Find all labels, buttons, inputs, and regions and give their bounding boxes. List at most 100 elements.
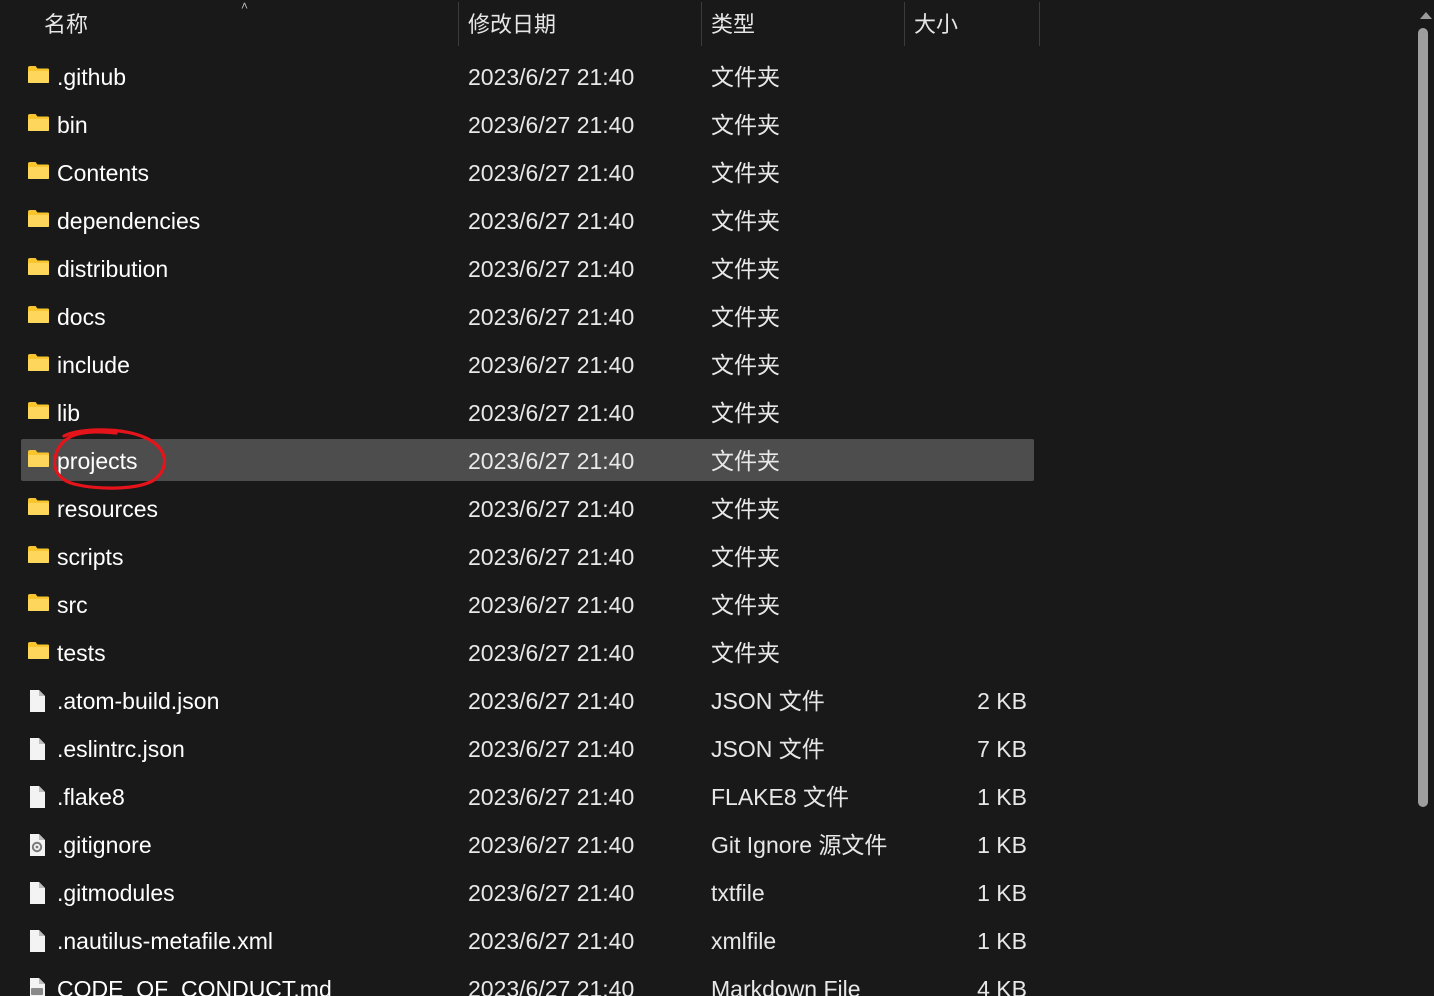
column-header-date[interactable]: 修改日期	[468, 0, 701, 46]
column-header-name[interactable]: 名称	[44, 0, 458, 46]
file-name: resources	[57, 496, 158, 522]
file-row[interactable]: scripts 2023/6/27 21:40 文件夹	[21, 535, 1034, 577]
file-row[interactable]: docs 2023/6/27 21:40 文件夹	[21, 295, 1034, 337]
folder-icon	[27, 55, 51, 97]
folder-icon	[27, 247, 51, 289]
file-size: 7 KB	[977, 736, 1027, 762]
file-row[interactable]: resources 2023/6/27 21:40 文件夹	[21, 487, 1034, 529]
markdown-file-icon	[27, 967, 51, 996]
file-icon	[27, 871, 51, 913]
file-name: CODE_OF_CONDUCT.md	[57, 976, 332, 996]
file-size: 2 KB	[977, 688, 1027, 714]
file-type: 文件夹	[711, 256, 780, 282]
folder-icon	[27, 103, 51, 145]
file-type: JSON 文件	[711, 688, 825, 714]
column-header-size[interactable]: 大小	[914, 0, 1039, 46]
file-modified-date: 2023/6/27 21:40	[468, 448, 635, 474]
scrollbar-thumb[interactable]	[1418, 28, 1428, 807]
file-row[interactable]: tests 2023/6/27 21:40 文件夹	[21, 631, 1034, 673]
file-type: 文件夹	[711, 544, 780, 570]
file-name: bin	[57, 112, 88, 138]
file-size: 1 KB	[977, 832, 1027, 858]
column-divider[interactable]	[1039, 2, 1040, 46]
file-modified-date: 2023/6/27 21:40	[468, 736, 635, 762]
file-row[interactable]: .gitmodules 2023/6/27 21:40 txtfile 1 KB	[21, 871, 1034, 913]
file-name: .nautilus-metafile.xml	[57, 928, 274, 954]
folder-icon	[27, 199, 51, 241]
file-row[interactable]: include 2023/6/27 21:40 文件夹	[21, 343, 1034, 385]
file-size: 1 KB	[977, 880, 1027, 906]
file-size: 1 KB	[977, 928, 1027, 954]
file-type: 文件夹	[711, 640, 780, 666]
file-modified-date: 2023/6/27 21:40	[468, 160, 635, 186]
file-name: include	[57, 352, 130, 378]
file-name: src	[57, 592, 88, 618]
folder-icon	[27, 439, 51, 481]
file-modified-date: 2023/6/27 21:40	[468, 112, 635, 138]
folder-icon	[27, 487, 51, 529]
file-row[interactable]: .github 2023/6/27 21:40 文件夹	[21, 55, 1034, 97]
file-row[interactable]: .gitignore 2023/6/27 21:40 Git Ignore 源文件 1…	[21, 823, 1034, 865]
file-row[interactable]: .eslintrc.json 2023/6/27 21:40 JSON 文件 7 KB	[21, 727, 1034, 769]
file-type: 文件夹	[711, 496, 780, 522]
folder-icon	[27, 295, 51, 337]
column-divider[interactable]	[458, 2, 459, 46]
file-row[interactable]: dependencies 2023/6/27 21:40 文件夹	[21, 199, 1034, 241]
file-modified-date: 2023/6/27 21:40	[468, 208, 635, 234]
file-name: projects	[57, 448, 138, 474]
folder-icon	[27, 583, 51, 625]
file-modified-date: 2023/6/27 21:40	[468, 352, 635, 378]
column-divider[interactable]	[904, 2, 905, 46]
file-modified-date: 2023/6/27 21:40	[468, 496, 635, 522]
file-row[interactable]: .nautilus-metafile.xml 2023/6/27 21:40 xml…	[21, 919, 1034, 961]
file-type: 文件夹	[711, 400, 780, 426]
file-row[interactable]: Contents 2023/6/27 21:40 文件夹	[21, 151, 1034, 193]
file-modified-date: 2023/6/27 21:40	[468, 928, 635, 954]
file-name: .gitmodules	[57, 880, 175, 906]
file-row[interactable]: projects 2023/6/27 21:40 文件夹	[21, 439, 1034, 481]
file-icon	[27, 775, 51, 817]
folder-icon	[27, 151, 51, 193]
file-row[interactable]: bin 2023/6/27 21:40 文件夹	[21, 103, 1034, 145]
file-row[interactable]: CODE_OF_CONDUCT.md 2023/6/27 21:40 Markdow…	[21, 967, 1034, 996]
file-type: xmlfile	[711, 928, 777, 954]
file-modified-date: 2023/6/27 21:40	[468, 688, 635, 714]
file-row[interactable]: distribution 2023/6/27 21:40 文件夹	[21, 247, 1034, 289]
file-name: .flake8	[57, 784, 125, 810]
file-modified-date: 2023/6/27 21:40	[468, 64, 635, 90]
folder-icon	[27, 391, 51, 433]
file-modified-date: 2023/6/27 21:40	[468, 256, 635, 282]
file-type: 文件夹	[711, 352, 780, 378]
file-type: txtfile	[711, 880, 765, 906]
file-type: Git Ignore 源文件	[711, 832, 888, 858]
file-type: FLAKE8 文件	[711, 784, 850, 810]
file-name: scripts	[57, 544, 124, 570]
folder-icon	[27, 343, 51, 385]
column-header-type[interactable]: 类型	[711, 0, 904, 46]
file-type: 文件夹	[711, 448, 780, 474]
file-modified-date: 2023/6/27 21:40	[468, 832, 635, 858]
folder-icon	[27, 631, 51, 673]
file-row[interactable]: src 2023/6/27 21:40 文件夹	[21, 583, 1034, 625]
file-name: tests	[57, 640, 106, 666]
file-name: Contents	[57, 160, 150, 186]
file-modified-date: 2023/6/27 21:40	[468, 400, 635, 426]
file-icon	[27, 919, 51, 961]
file-row[interactable]: lib 2023/6/27 21:40 文件夹	[21, 391, 1034, 433]
settings-file-icon	[27, 823, 51, 865]
file-name: .atom-build.json	[57, 688, 220, 714]
file-name: lib	[57, 400, 81, 426]
file-type: 文件夹	[711, 160, 780, 186]
file-row[interactable]: .flake8 2023/6/27 21:40 FLAKE8 文件 1 KB	[21, 775, 1034, 817]
scroll-up-arrow-icon[interactable]	[1420, 12, 1432, 19]
column-divider[interactable]	[701, 2, 702, 46]
file-icon	[27, 727, 51, 769]
file-modified-date: 2023/6/27 21:40	[468, 880, 635, 906]
column-header: ˄ 名称 修改日期 类型 大小	[0, 0, 1040, 46]
file-type: Markdown File	[711, 976, 861, 996]
file-type: 文件夹	[711, 592, 780, 618]
file-modified-date: 2023/6/27 21:40	[468, 976, 635, 996]
file-name: docs	[57, 304, 106, 330]
file-row[interactable]: .atom-build.json 2023/6/27 21:40 JSON 文件 2 …	[21, 679, 1034, 721]
file-name: .gitignore	[57, 832, 152, 858]
